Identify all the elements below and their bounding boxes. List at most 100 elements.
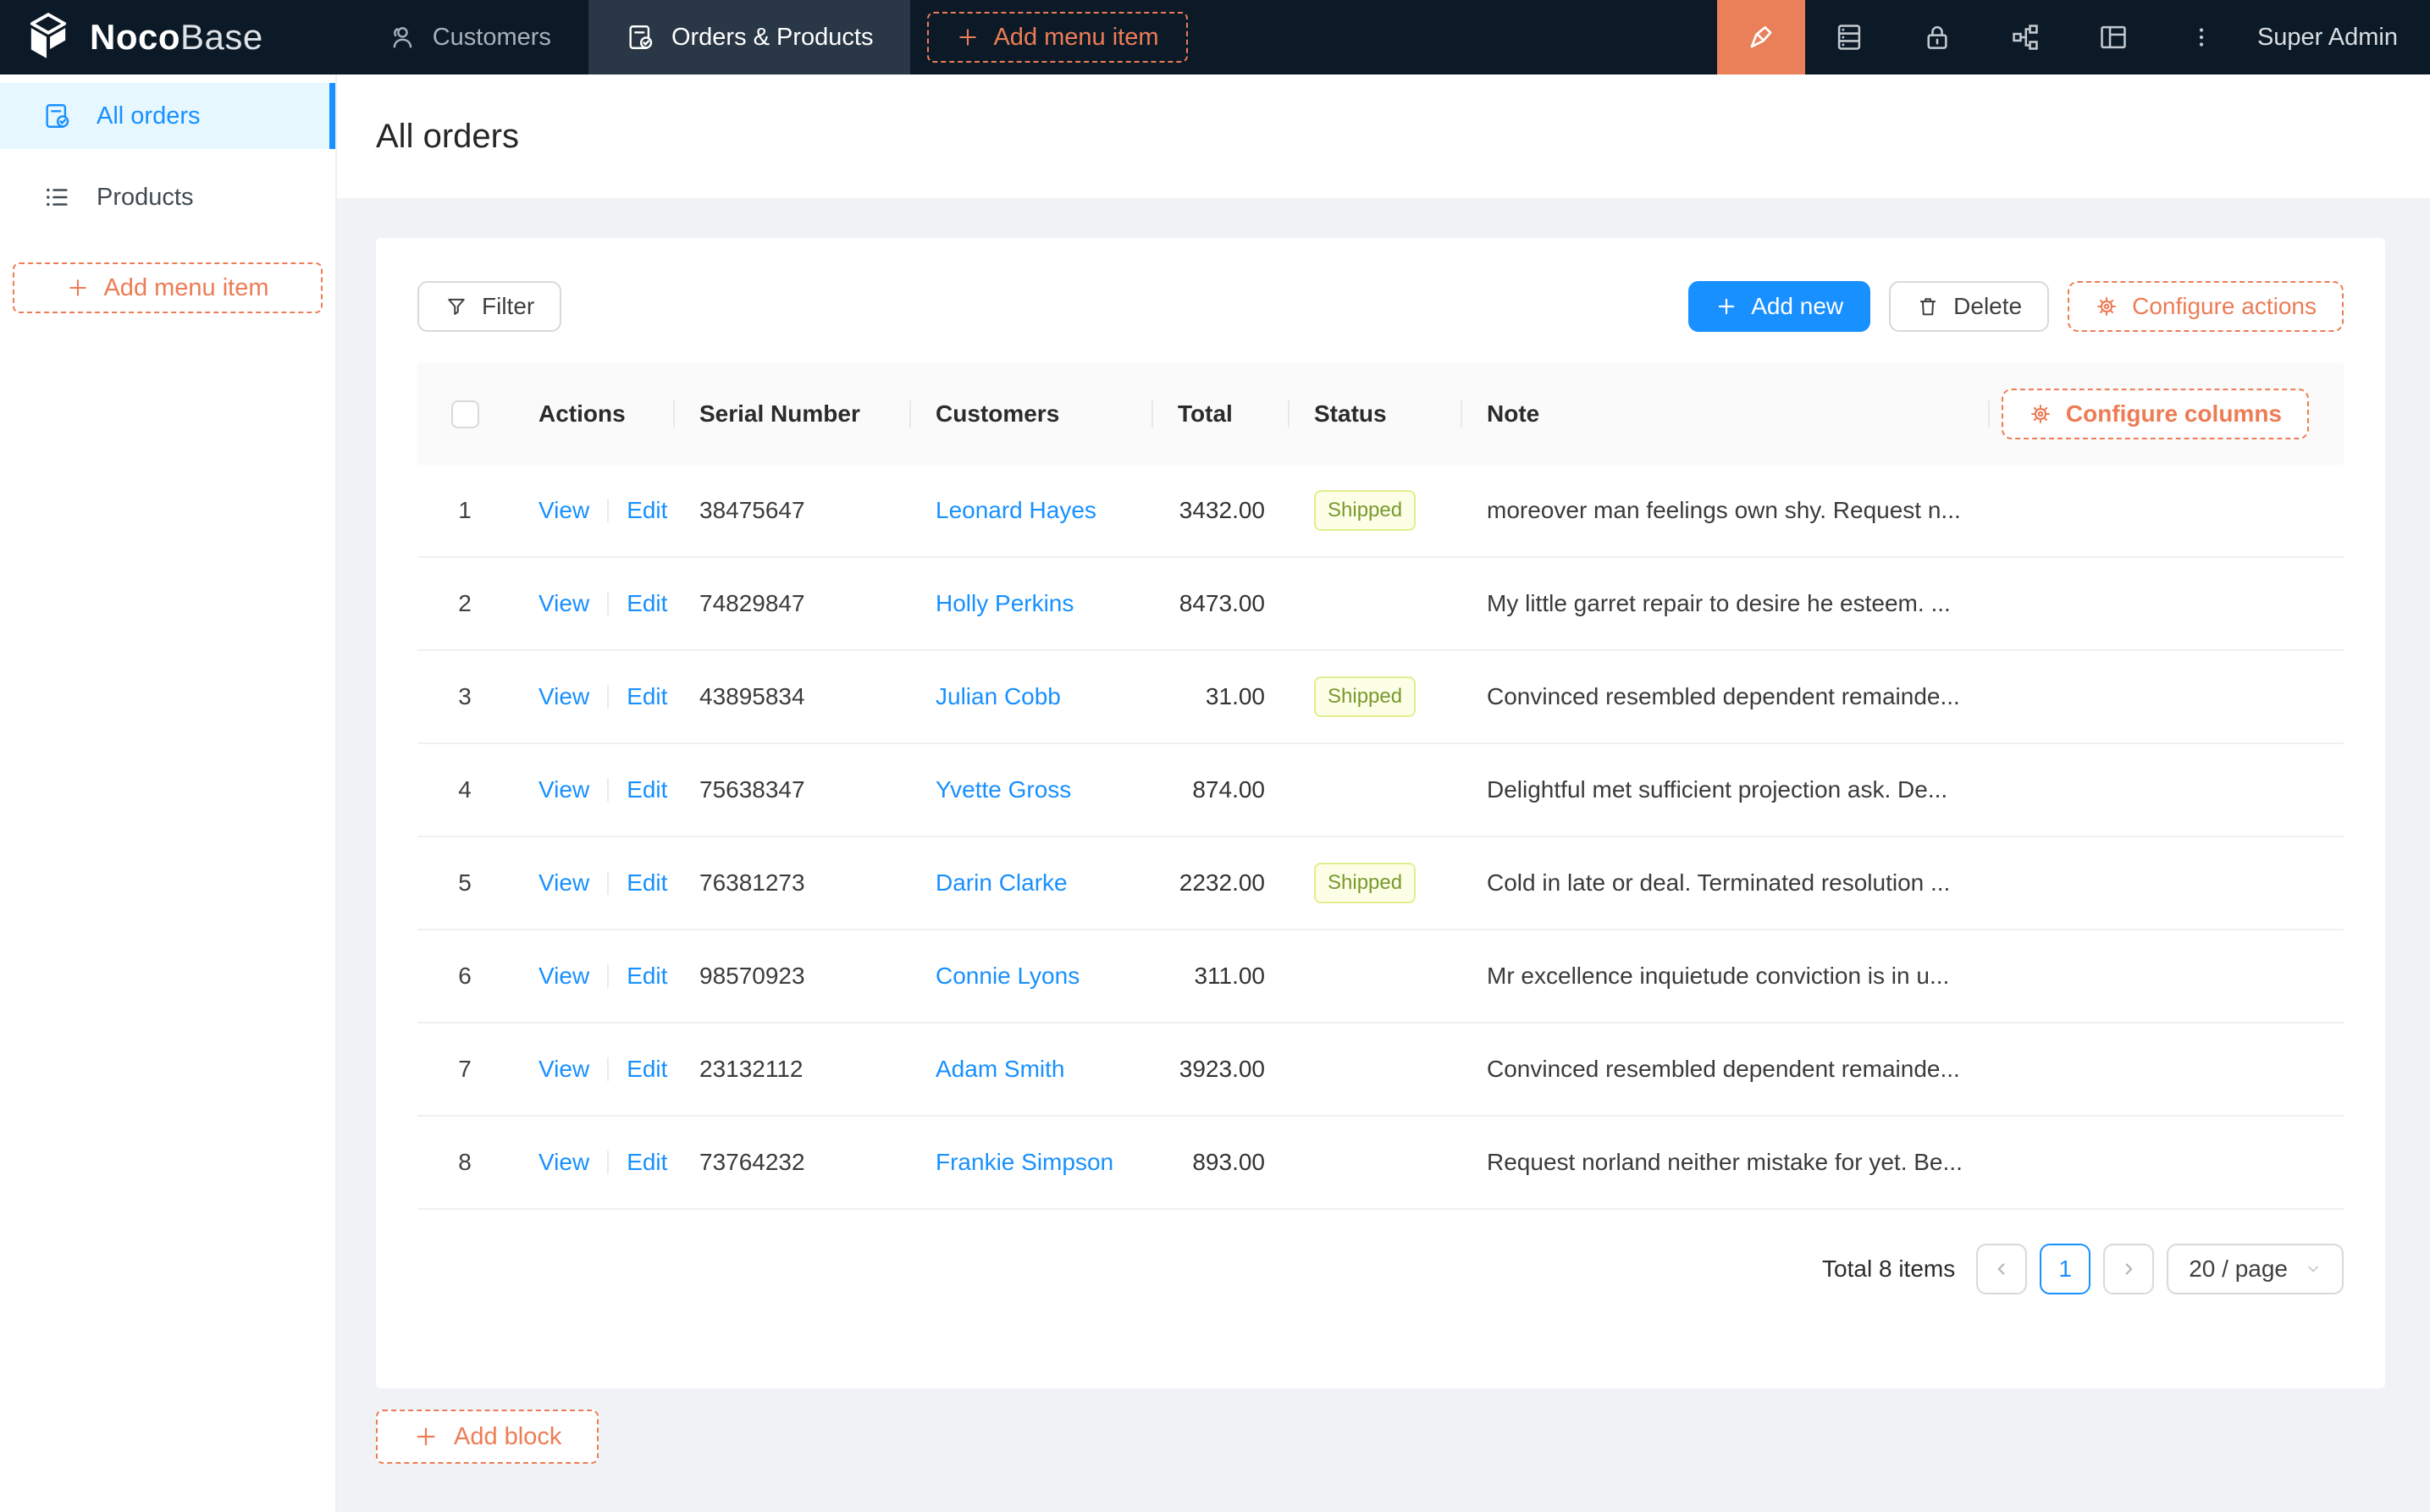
plus-icon: [66, 276, 90, 300]
total-cell: 311.00: [1151, 963, 1288, 990]
view-link[interactable]: View: [538, 1149, 589, 1176]
edit-link[interactable]: Edit: [627, 1149, 667, 1176]
view-link[interactable]: View: [538, 1056, 589, 1083]
main: All orders Filter: [337, 74, 2430, 1512]
table-toolbar: Filter Add new: [417, 281, 2344, 332]
add-new-button[interactable]: Add new: [1688, 281, 1870, 332]
view-link[interactable]: View: [538, 590, 589, 617]
customer-link[interactable]: Julian Cobb: [936, 683, 1061, 709]
customer-link[interactable]: Yvette Gross: [936, 776, 1071, 803]
note-cell: Convinced resembled dependent remainde..…: [1461, 683, 1988, 710]
column-header-serial: Serial Number: [673, 363, 909, 465]
row-actions: View Edit: [512, 963, 673, 990]
topbar-add-menu-item-button[interactable]: Add menu item: [927, 12, 1187, 63]
nocobase-cube-icon: [22, 11, 75, 63]
sidebar-item-products[interactable]: Products: [0, 164, 335, 230]
page-number-button[interactable]: 1: [2040, 1244, 2090, 1294]
total-cell: 8473.00: [1151, 590, 1288, 617]
row-index: 7: [417, 1056, 512, 1083]
row-index: 4: [417, 776, 512, 803]
topbar-right: Super Admin: [1717, 0, 2430, 74]
layout-button[interactable]: [2069, 0, 2157, 74]
customer-link[interactable]: Connie Lyons: [936, 963, 1080, 989]
table-header: Actions Serial Number Customers Total St…: [417, 363, 2344, 465]
filter-icon: [445, 295, 468, 318]
column-header-customers: Customers: [909, 363, 1151, 465]
tab-customers[interactable]: Customers: [350, 0, 588, 74]
note-cell: moreover man feelings own shy. Request n…: [1461, 497, 1988, 524]
row-index: 1: [417, 497, 512, 524]
edit-link[interactable]: Edit: [627, 963, 667, 990]
toolbar-right: Add new Delete: [1688, 281, 2344, 332]
order-form-icon: [42, 102, 71, 130]
configure-actions-button[interactable]: Configure actions: [2068, 281, 2344, 332]
orders-table-card: Filter Add new: [376, 238, 2385, 1388]
configure-columns-cell: Configure columns: [1988, 363, 2344, 465]
total-cell: 3923.00: [1151, 1056, 1288, 1083]
sidebar-item-label: All orders: [97, 102, 201, 130]
view-link[interactable]: View: [538, 869, 589, 897]
edit-link[interactable]: Edit: [627, 590, 667, 617]
column-header-actions: Actions: [512, 363, 673, 465]
page-header: All orders: [337, 74, 2430, 198]
plugin-icon: [2009, 21, 2041, 53]
customer-link[interactable]: Frankie Simpson: [936, 1149, 1113, 1175]
lock-button[interactable]: [1893, 0, 1981, 74]
add-block-button[interactable]: Add block: [376, 1410, 599, 1464]
list-icon: [42, 183, 71, 212]
total-cell: 874.00: [1151, 776, 1288, 803]
plus-icon: [956, 25, 980, 49]
edit-link[interactable]: Edit: [627, 869, 667, 897]
view-link[interactable]: View: [538, 963, 589, 990]
layout-icon: [2097, 21, 2129, 53]
ui-editor-toggle-button[interactable]: [1717, 0, 1805, 74]
database-button[interactable]: [1805, 0, 1893, 74]
actions-divider: [607, 592, 609, 615]
more-menu-button[interactable]: [2157, 0, 2245, 74]
table-row: 7 View Edit 23132112 Adam Smith 3923.00 …: [417, 1024, 2344, 1117]
customer-link[interactable]: Adam Smith: [936, 1056, 1065, 1082]
delete-button[interactable]: Delete: [1889, 281, 2049, 332]
row-index: 8: [417, 1149, 512, 1176]
next-page-button[interactable]: [2103, 1244, 2154, 1294]
plugin-button[interactable]: [1981, 0, 2069, 74]
column-header-note: Note: [1461, 363, 1988, 465]
note-cell: Convinced resembled dependent remainde..…: [1461, 1056, 1988, 1083]
filter-button[interactable]: Filter: [417, 281, 561, 332]
brand-name: NocoBase: [90, 17, 263, 58]
view-link[interactable]: View: [538, 683, 589, 710]
customer-link[interactable]: Darin Clarke: [936, 869, 1068, 896]
customer-cell: Frankie Simpson: [909, 1149, 1151, 1176]
order-form-icon: [626, 23, 654, 52]
customer-link[interactable]: Leonard Hayes: [936, 497, 1096, 523]
view-link[interactable]: View: [538, 776, 589, 803]
row-index: 6: [417, 963, 512, 990]
edit-link[interactable]: Edit: [627, 1056, 667, 1083]
page-size-select[interactable]: 20 / page: [2167, 1244, 2344, 1294]
row-actions: View Edit: [512, 776, 673, 803]
sidebar-add-menu-item-button[interactable]: Add menu item: [13, 262, 323, 313]
content: Filter Add new: [337, 198, 2430, 1512]
tab-label: Customers: [433, 24, 551, 52]
chevron-left-icon: [1992, 1260, 2011, 1278]
serial-number-cell: 75638347: [673, 776, 909, 803]
customer-link[interactable]: Holly Perkins: [936, 590, 1074, 616]
previous-page-button[interactable]: [1976, 1244, 2027, 1294]
customer-cell: Darin Clarke: [909, 869, 1151, 897]
layout: All orders Products Add menu item: [0, 74, 2430, 1512]
view-link[interactable]: View: [538, 497, 589, 524]
total-cell: 893.00: [1151, 1149, 1288, 1176]
sidebar-item-all-orders[interactable]: All orders: [0, 83, 335, 149]
tab-label: Orders & Products: [671, 24, 874, 52]
select-all-checkbox[interactable]: [451, 400, 479, 428]
note-cell: Request norland neither mistake for yet.…: [1461, 1149, 1988, 1176]
select-all-cell: [417, 363, 512, 465]
configure-columns-button[interactable]: Configure columns: [2002, 389, 2309, 439]
edit-link[interactable]: Edit: [627, 776, 667, 803]
edit-link[interactable]: Edit: [627, 497, 667, 524]
tab-orders-products[interactable]: Orders & Products: [588, 0, 911, 74]
edit-link[interactable]: Edit: [627, 683, 667, 710]
user-menu[interactable]: Super Admin: [2245, 0, 2430, 74]
brand-logo[interactable]: NocoBase: [0, 0, 297, 74]
note-cell: Cold in late or deal. Terminated resolut…: [1461, 869, 1988, 897]
